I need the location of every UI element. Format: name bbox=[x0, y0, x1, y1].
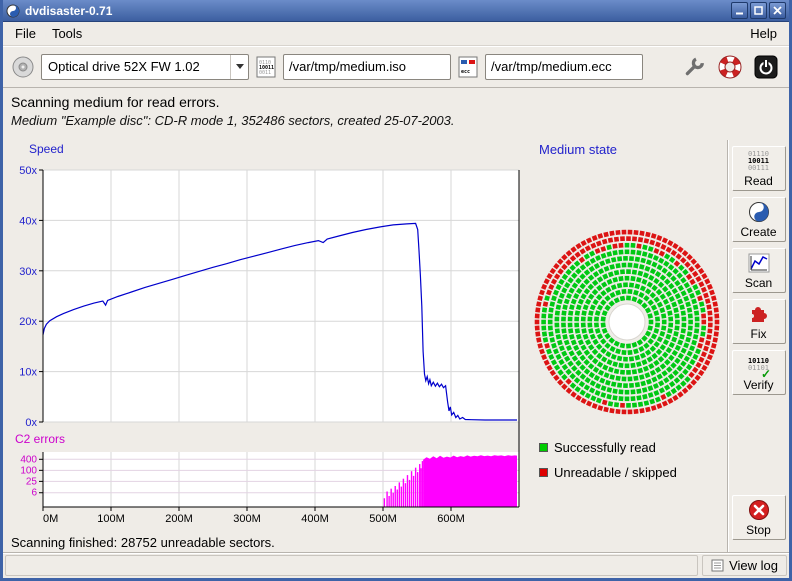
chart-icon bbox=[748, 251, 770, 275]
verify-button[interactable]: 10110 01101 ✓ Verify bbox=[732, 350, 786, 395]
read-button-label: Read bbox=[744, 174, 773, 188]
iso-file-icon: 0110 10011 0011 bbox=[255, 55, 277, 79]
status-line2: Medium "Example disc": CD-R mode 1, 3524… bbox=[11, 113, 781, 128]
medium-state-disc bbox=[533, 160, 729, 440]
footer-statusbar bbox=[5, 555, 698, 576]
stop-icon bbox=[748, 498, 770, 522]
svg-text:500M: 500M bbox=[369, 513, 397, 525]
power-icon bbox=[754, 55, 778, 79]
legend-unreadable-swatch bbox=[539, 468, 548, 477]
close-icon bbox=[773, 6, 782, 15]
about-button[interactable] bbox=[715, 52, 745, 82]
scan-button[interactable]: Scan bbox=[732, 248, 786, 293]
binary-row: 00111 bbox=[748, 165, 769, 172]
svg-text:0x: 0x bbox=[25, 417, 37, 429]
binary-check-icon: 10110 01101 ✓ bbox=[748, 353, 769, 377]
svg-text:0M: 0M bbox=[43, 513, 58, 525]
svg-text:0011: 0011 bbox=[259, 70, 271, 76]
toolbar: Optical drive 52X FW 1.02 0110 10011 001… bbox=[3, 46, 789, 88]
svg-text:25: 25 bbox=[26, 476, 38, 487]
svg-text:200M: 200M bbox=[165, 513, 193, 525]
scan-result-status: Scanning finished: 28752 unreadable sect… bbox=[11, 535, 275, 550]
legend-read-swatch bbox=[539, 443, 548, 452]
app-window: dvdisaster-0.71 File Tools Help Optical … bbox=[0, 0, 792, 581]
footer: View log bbox=[3, 552, 789, 578]
menu-tools[interactable]: Tools bbox=[44, 23, 90, 44]
svg-text:10x: 10x bbox=[19, 367, 37, 379]
svg-text:600M: 600M bbox=[437, 513, 465, 525]
body-row: 0x 10x 20x 30x 40x 50x 625100400 0M 100M 200M 300M… bbox=[3, 140, 789, 552]
wrench-icon bbox=[683, 56, 705, 78]
ecc-path-input[interactable] bbox=[485, 54, 643, 80]
svg-text:400M: 400M bbox=[301, 513, 329, 525]
svg-text:C2 errors: C2 errors bbox=[15, 432, 65, 446]
quit-button[interactable] bbox=[751, 52, 781, 82]
check-icon: ✓ bbox=[761, 367, 771, 381]
titlebar[interactable]: dvdisaster-0.71 bbox=[3, 0, 789, 22]
minimize-icon bbox=[735, 6, 744, 15]
svg-text:30x: 30x bbox=[19, 266, 37, 278]
scan-view: 0x 10x 20x 30x 40x 50x 625100400 0M 100M 200M 300M… bbox=[3, 140, 727, 552]
content-column: 0x 10x 20x 30x 40x 50x 625100400 0M 100M 200M 300M… bbox=[3, 140, 727, 552]
stop-button[interactable]: Stop bbox=[732, 495, 786, 540]
window-title: dvdisaster-0.71 bbox=[25, 4, 729, 18]
lifebelt-logo-icon bbox=[718, 55, 742, 79]
menubar: File Tools Help bbox=[3, 22, 789, 46]
svg-text:ecc: ecc bbox=[461, 69, 470, 75]
close-button[interactable] bbox=[769, 2, 786, 19]
drive-select-arrow[interactable] bbox=[230, 55, 248, 79]
chevron-down-icon bbox=[236, 64, 244, 69]
drive-icon bbox=[11, 55, 35, 79]
fix-button-label: Fix bbox=[751, 327, 767, 341]
svg-text:6: 6 bbox=[31, 488, 37, 499]
svg-text:20x: 20x bbox=[19, 316, 37, 328]
menu-help[interactable]: Help bbox=[742, 23, 785, 44]
legend-read: Successfully read bbox=[539, 440, 656, 455]
iso-path-input[interactable] bbox=[283, 54, 451, 80]
medium-state-title: Medium state bbox=[533, 140, 729, 159]
scan-button-label: Scan bbox=[745, 276, 772, 290]
puzzle-icon bbox=[748, 302, 770, 326]
svg-text:100M: 100M bbox=[97, 513, 125, 525]
stop-button-label: Stop bbox=[746, 523, 771, 537]
minimize-button[interactable] bbox=[731, 2, 748, 19]
drive-select-value: Optical drive 52X FW 1.02 bbox=[42, 59, 230, 74]
svg-text:Speed: Speed bbox=[29, 142, 64, 156]
legend-read-label: Successfully read bbox=[554, 440, 656, 455]
create-button[interactable]: Create bbox=[732, 197, 786, 242]
legend-unreadable-label: Unreadable / skipped bbox=[554, 465, 677, 480]
svg-text:40x: 40x bbox=[19, 215, 37, 227]
menu-file[interactable]: File bbox=[7, 23, 44, 44]
view-log-label: View log bbox=[729, 558, 778, 573]
svg-text:300M: 300M bbox=[233, 513, 261, 525]
view-log-button[interactable]: View log bbox=[702, 555, 787, 576]
svg-text:400: 400 bbox=[20, 454, 37, 465]
scan-charts: 0x 10x 20x 30x 40x 50x 625100400 0M 100M 200M 300M… bbox=[3, 140, 533, 540]
svg-text:100: 100 bbox=[20, 465, 37, 476]
preferences-button[interactable] bbox=[679, 52, 709, 82]
status-line1: Scanning medium for read errors. bbox=[11, 94, 781, 110]
ecc-file-icon: ecc bbox=[457, 55, 479, 79]
svg-text:50x: 50x bbox=[19, 165, 37, 177]
binary-read-icon: 01110 10011 00111 bbox=[748, 149, 769, 173]
log-icon bbox=[711, 559, 724, 572]
drive-select[interactable]: Optical drive 52X FW 1.02 bbox=[41, 54, 249, 80]
maximize-button[interactable] bbox=[750, 2, 767, 19]
yinyang-icon bbox=[748, 200, 770, 224]
create-button-label: Create bbox=[740, 225, 776, 239]
read-button[interactable]: 01110 10011 00111 Read bbox=[732, 146, 786, 191]
action-sidebar: 01110 10011 00111 Read Create bbox=[727, 140, 789, 552]
app-icon bbox=[6, 4, 20, 18]
medium-state-panel: Medium state Successfully read Unreadabl… bbox=[533, 140, 729, 552]
status-area: Scanning medium for read errors. Medium … bbox=[3, 88, 789, 140]
fix-button[interactable]: Fix bbox=[732, 299, 786, 344]
maximize-icon bbox=[754, 6, 763, 15]
legend-unreadable: Unreadable / skipped bbox=[539, 465, 677, 480]
